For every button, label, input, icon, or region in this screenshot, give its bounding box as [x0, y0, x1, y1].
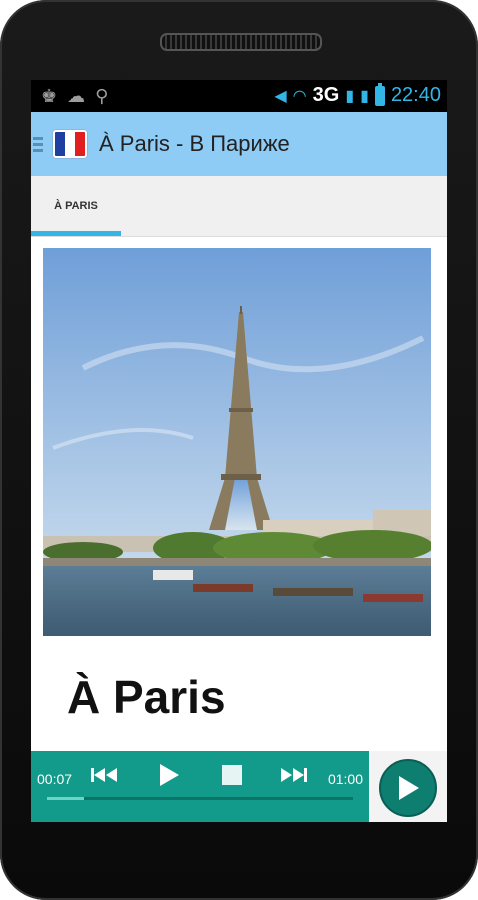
vocabulary-word: À Paris: [67, 671, 226, 723]
tab-a-paris[interactable]: À PARIS: [31, 176, 121, 236]
usb-icon: ⚲: [95, 86, 109, 106]
tab-bar: À PARIS: [31, 176, 447, 237]
clock: 22:40: [390, 84, 441, 106]
volume-icon: ◀: [274, 87, 287, 105]
status-bar: ♚ ☁ ⚲ ◀ ◠ 3G ▮ ▮ 22:40: [31, 80, 447, 112]
duration-time: 01:00: [327, 771, 363, 787]
phone-frame: ♚ ☁ ⚲ ◀ ◠ 3G ▮ ▮ 22:40 À Paris - В Париж…: [0, 0, 478, 900]
play-icon[interactable]: [153, 761, 185, 789]
earpiece-speaker: [160, 33, 322, 51]
tab-indicator: [31, 231, 121, 236]
previous-icon[interactable]: [89, 761, 121, 789]
app-bar: À Paris - В Париже: [31, 112, 447, 176]
app-title: À Paris - В Париже: [99, 131, 290, 156]
next-icon[interactable]: [277, 761, 309, 789]
drawer-menu-icon[interactable]: [33, 136, 43, 152]
battery-icon: [374, 82, 385, 106]
progress-fill: [47, 797, 84, 800]
stop-icon[interactable]: [216, 761, 248, 789]
eiffel-tower-photo: [43, 248, 431, 636]
signal-2-icon: ▮: [360, 87, 369, 105]
android-icon: ☁: [67, 86, 86, 106]
signal-icon: ▮: [345, 87, 355, 105]
big-play-button[interactable]: [379, 759, 437, 817]
audio-player: 00:07 01:00: [31, 751, 369, 822]
play-button-area: [369, 751, 447, 822]
wifi-icon: ◠: [292, 87, 307, 105]
progress-track[interactable]: [47, 797, 353, 800]
chess-king-icon: ♚: [41, 86, 58, 106]
device-screen: ♚ ☁ ⚲ ◀ ◠ 3G ▮ ▮ 22:40 À Paris - В Париж…: [31, 80, 447, 822]
play-icon: [399, 776, 419, 800]
french-flag-icon[interactable]: [53, 130, 87, 158]
elapsed-time: 00:07: [37, 771, 73, 787]
network-type: 3G: [312, 84, 340, 106]
tab-label: À PARIS: [54, 200, 98, 212]
